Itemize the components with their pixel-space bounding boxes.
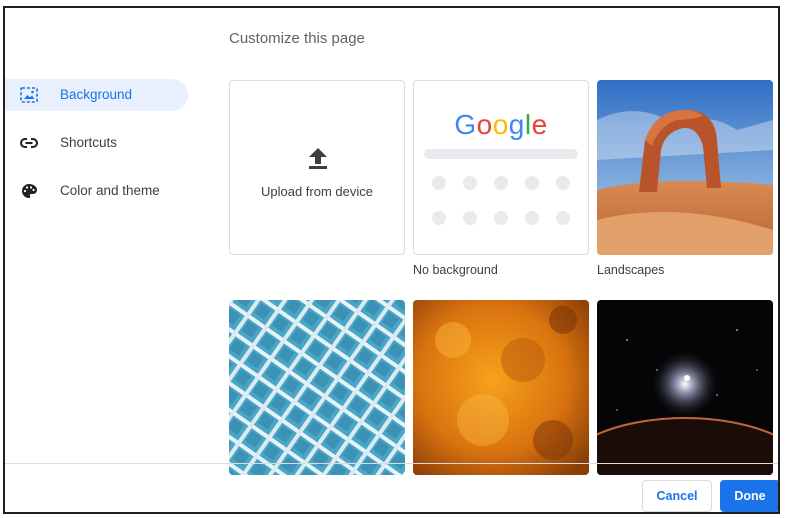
shortcut-dot: [463, 211, 477, 225]
link-icon: [20, 138, 38, 148]
space-tile[interactable]: [597, 300, 773, 475]
shortcut-dot: [494, 176, 508, 190]
customize-dialog: Customize this page Background Shortcuts…: [3, 6, 780, 514]
shortcut-dot: [525, 176, 539, 190]
landscape-arch-image: [597, 80, 773, 255]
upload-label: Upload from device: [261, 184, 373, 199]
google-logo: Google: [454, 109, 548, 140]
sidebar-item-background[interactable]: Background: [5, 79, 188, 111]
shortcut-dot: [432, 211, 446, 225]
landscapes-caption: Landscapes: [597, 263, 665, 277]
sidebar-item-label: Shortcuts: [60, 135, 118, 150]
architecture-tile[interactable]: [229, 300, 405, 475]
planet-horizon-image: [597, 300, 773, 475]
sidebar-item-label: Color and theme: [60, 183, 160, 198]
dialog-title: Customize this page: [229, 30, 365, 47]
sidebar-item-label: Background: [60, 87, 133, 102]
orange-texture-image: [413, 300, 589, 475]
footer-divider: [5, 463, 778, 464]
glass-building-image: [229, 300, 405, 475]
shortcut-dot: [556, 176, 570, 190]
cancel-button[interactable]: Cancel: [642, 480, 712, 512]
upload-from-device-tile[interactable]: Upload from device: [229, 80, 405, 255]
sidebar-item-color-and-theme[interactable]: Color and theme: [5, 175, 188, 207]
no-background-caption: No background: [413, 263, 498, 277]
sidebar-item-shortcuts[interactable]: Shortcuts: [5, 127, 188, 159]
landscapes-tile[interactable]: [597, 80, 773, 255]
search-bar-placeholder: [424, 149, 578, 159]
shortcut-dot: [494, 211, 508, 225]
shortcut-dot: [525, 211, 539, 225]
shortcut-dot: [463, 176, 477, 190]
upload-icon: [309, 148, 327, 169]
shortcut-dot: [556, 211, 570, 225]
done-button[interactable]: Done: [720, 480, 778, 512]
image-icon: [20, 87, 38, 103]
no-background-tile[interactable]: Google: [413, 80, 589, 255]
textures-tile[interactable]: [413, 300, 589, 475]
shortcut-dot: [432, 176, 446, 190]
palette-icon: [22, 184, 37, 198]
